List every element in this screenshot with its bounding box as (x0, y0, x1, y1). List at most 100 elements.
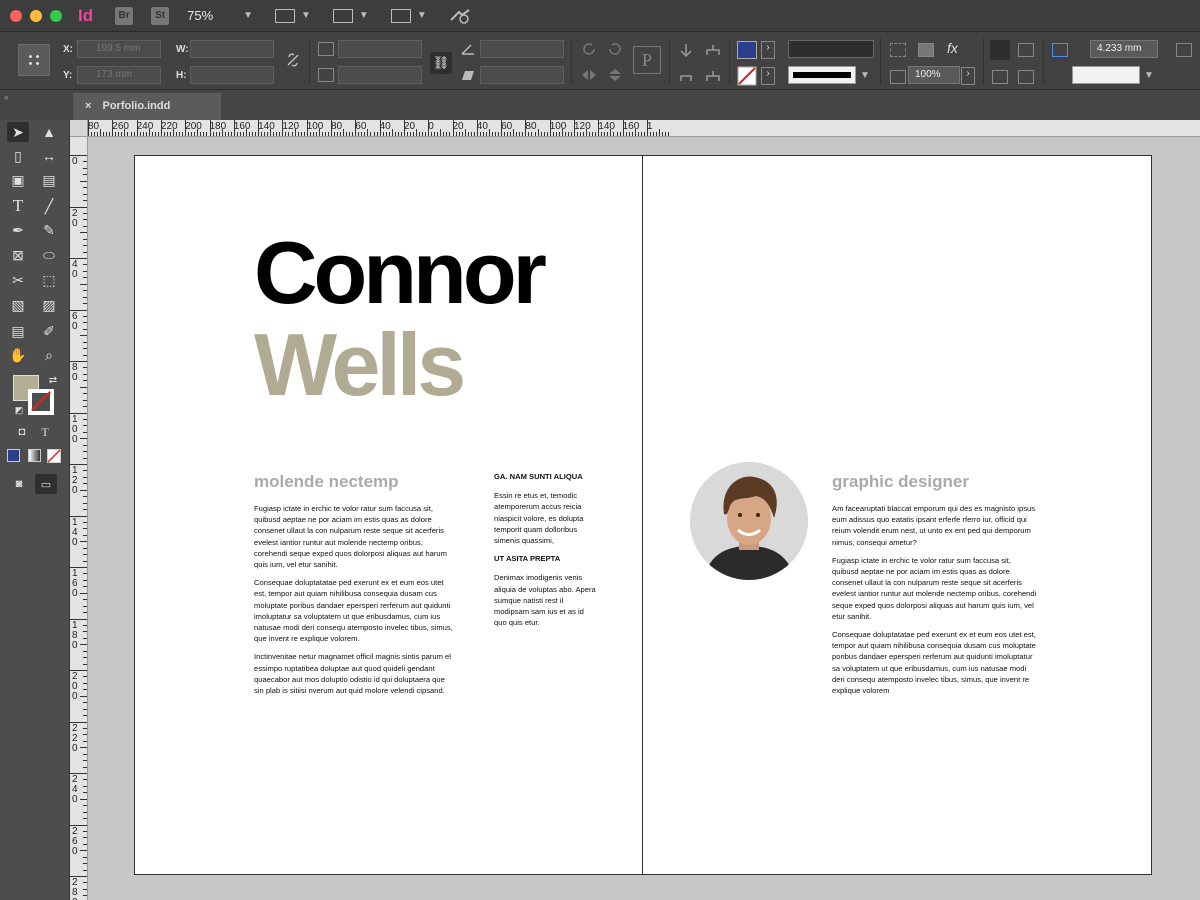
swap-colors-icon[interactable]: ⇄ (42, 370, 64, 390)
ruler-origin[interactable] (70, 120, 88, 137)
drop-shadow-icon[interactable] (918, 43, 934, 57)
right-body-text-frame[interactable]: Am facearuptati blaccat emporum qui des … (832, 503, 1037, 703)
corner-options-icon[interactable] (890, 43, 906, 57)
zoom-chevron-down-icon[interactable]: ▼ (243, 10, 253, 21)
page-tool-icon[interactable]: ▯ (7, 146, 29, 166)
stroke-weight-field[interactable] (788, 40, 874, 58)
select-container-icon[interactable] (678, 42, 694, 58)
height-field[interactable] (190, 66, 274, 84)
rotation-field[interactable] (480, 40, 564, 58)
opacity-chevron-icon[interactable]: › (961, 67, 975, 85)
right-page[interactable]: graphic designer Am facearuptati blaccat… (643, 155, 1152, 875)
apply-none-icon[interactable] (47, 449, 61, 463)
stroke-swatch[interactable] (737, 66, 757, 86)
view-options-icon[interactable] (275, 8, 296, 23)
reference-point-icon[interactable] (18, 44, 50, 76)
select-previous-icon[interactable] (678, 68, 694, 84)
opacity-field[interactable]: 100% (908, 66, 960, 84)
line-tool-icon[interactable]: ╱ (38, 196, 60, 216)
dimension-field[interactable]: 4.233 mm (1090, 40, 1158, 58)
apply-gradient-icon[interactable] (28, 449, 41, 462)
direct-selection-tool-icon[interactable]: ▲ (38, 122, 60, 142)
shear-field[interactable] (480, 66, 564, 84)
hand-tool-icon[interactable]: ✋ (7, 345, 29, 365)
x-position-field[interactable]: 199.5 mm (77, 40, 161, 58)
scale-y-field[interactable] (338, 66, 422, 84)
screen-mode-icon[interactable]: ▭ (35, 474, 57, 494)
formatting-text-icon[interactable]: T (34, 422, 56, 442)
first-name-heading[interactable]: Connor (254, 228, 547, 318)
screen-mode-icon[interactable] (332, 8, 353, 23)
gradient-feather-tool-icon[interactable]: ▨ (38, 295, 60, 315)
content-collector-icon[interactable]: ▣ (7, 170, 29, 190)
arrange-chevron-down-icon[interactable]: ▼ (417, 10, 427, 21)
selection-tool-icon[interactable]: ➤ (7, 122, 29, 142)
gap-tool-icon[interactable]: ↔ (38, 146, 60, 166)
maximize-window-button[interactable] (50, 9, 62, 22)
zoom-tool-icon[interactable]: ⌕ (38, 345, 60, 365)
text-wrap-shape-icon[interactable] (992, 70, 1008, 84)
frame-fitting-icon[interactable] (1052, 43, 1068, 57)
pencil-tool-icon[interactable]: ✎ (38, 220, 60, 240)
stroke-type-select[interactable] (788, 66, 856, 84)
zoom-level[interactable]: 75% (187, 8, 237, 23)
stroke-menu-chevron-icon[interactable]: › (761, 67, 775, 85)
fill-menu-chevron-icon[interactable]: › (761, 41, 775, 59)
rectangle-frame-tool-icon[interactable]: ⊠ (7, 245, 29, 265)
scissors-tool-icon[interactable]: ✂ (7, 270, 29, 290)
stroke-color-swatch[interactable] (28, 389, 54, 415)
constrain-proportions-icon[interactable] (285, 52, 301, 68)
view-options-chevron-down-icon[interactable]: ▼ (301, 10, 311, 21)
left-subhead[interactable]: molende nectemp (254, 472, 399, 492)
publish-online-icon[interactable] (449, 8, 471, 24)
free-transform-tool-icon[interactable]: ⬚ (38, 270, 60, 290)
arrange-documents-icon[interactable] (390, 8, 411, 23)
text-wrap-none-icon[interactable] (990, 40, 1010, 60)
horizontal-ruler[interactable]: 80 260 240 220 200 180 160 140 120 100 80 60 40 20 0 20… (88, 120, 1200, 137)
right-subhead[interactable]: graphic designer (832, 472, 969, 492)
object-style-select[interactable] (1072, 66, 1140, 84)
minimize-window-button[interactable] (30, 9, 42, 22)
text-wrap-bounding-icon[interactable] (1018, 43, 1034, 57)
close-window-button[interactable] (10, 9, 22, 22)
left-body-text-frame[interactable]: Fugiasp ictate in erchic te volor ratur … (254, 503, 456, 703)
normal-view-icon[interactable]: ◙ (8, 474, 30, 494)
note-tool-icon[interactable]: ▤ (7, 321, 29, 341)
rotate-cw-icon[interactable] (580, 40, 598, 58)
last-name-heading[interactable]: Wells (254, 320, 466, 410)
vertical-ruler[interactable]: 0 2 0 4 0 6 0 8 0 1 0 0 1 2 0 1 4 0 1 6 0 1 8 0 2 … (70, 137, 88, 900)
panel-menu-icon[interactable] (1176, 43, 1192, 57)
left-page[interactable]: Connor Wells molende nectemp Fugiasp ict… (134, 155, 643, 875)
text-wrap-jump-icon[interactable] (1018, 70, 1034, 84)
object-style-chevron-down-icon[interactable]: ▼ (1144, 70, 1154, 81)
default-colors-icon[interactable]: ◩ (8, 400, 30, 420)
stock-button[interactable]: St (151, 6, 170, 25)
sidebar-text-frame[interactable]: GA. NAM SUNTI ALIQUA Essin re etus et, t… (494, 471, 596, 635)
bridge-button[interactable]: Br (115, 6, 134, 25)
stroke-type-chevron-down-icon[interactable]: ▼ (860, 70, 870, 81)
portrait-photo[interactable] (690, 462, 808, 580)
paragraph-icon[interactable]: P (633, 46, 661, 74)
document-tab[interactable]: × Porfolio.indd (73, 93, 221, 120)
fill-swatch[interactable] (737, 41, 757, 59)
ellipse-tool-icon[interactable]: ⬭ (38, 245, 60, 265)
pen-tool-icon[interactable]: ✒ (7, 220, 29, 240)
rotate-ccw-icon[interactable] (606, 40, 624, 58)
eyedropper-tool-icon[interactable]: ✐ (38, 321, 60, 341)
apply-color-icon[interactable] (7, 449, 20, 462)
flip-horizontal-icon[interactable] (580, 68, 598, 82)
collapse-panel-icon[interactable]: « (4, 93, 8, 102)
type-tool-icon[interactable]: T (7, 196, 29, 216)
y-position-field[interactable]: 173 mm (77, 66, 161, 84)
width-field[interactable] (190, 40, 274, 58)
gradient-swatch-tool-icon[interactable]: ▧ (7, 295, 29, 315)
link-scale-icon[interactable]: ⛓ (430, 52, 452, 74)
select-next-icon[interactable] (704, 68, 722, 84)
screen-mode-chevron-down-icon[interactable]: ▼ (359, 10, 369, 21)
formatting-container-icon[interactable]: ◘ (11, 422, 33, 442)
content-placer-icon[interactable]: ▤ (38, 170, 60, 190)
close-tab-icon[interactable]: × (85, 100, 91, 112)
scale-x-field[interactable] (338, 40, 422, 58)
flip-vertical-icon[interactable] (606, 68, 624, 82)
select-content-icon[interactable] (704, 42, 722, 58)
